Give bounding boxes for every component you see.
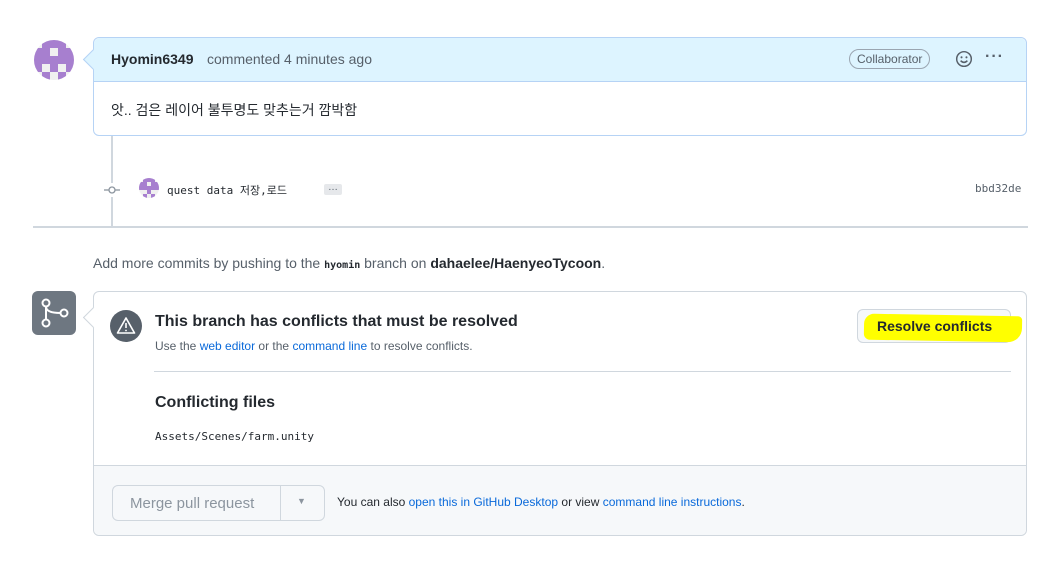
commit-sha-link[interactable]: bbd32de: [975, 182, 1021, 195]
add-more-prefix: Add more commits by pushing to the: [93, 255, 321, 271]
triangle-down-icon[interactable]: ▼: [297, 496, 306, 506]
timeline-divider: [33, 226, 1028, 228]
commit-author-avatar[interactable]: [139, 178, 159, 198]
conflict-subtitle: Use the web editor or the command line t…: [155, 339, 473, 353]
comment-header: Hyomin6349 commented 4 minutes ago Colla…: [94, 38, 1026, 82]
author-avatar[interactable]: [34, 40, 74, 80]
commit-expand-button[interactable]: …: [324, 183, 342, 195]
conflict-sub-prefix: Use the: [155, 339, 197, 353]
git-merge-icon: [32, 291, 76, 335]
merge-or-view: or view: [561, 495, 600, 509]
merge-suffix: .: [741, 495, 745, 509]
merge-box-pointer: [82, 306, 105, 329]
add-more-suffix: .: [601, 255, 606, 271]
merge-also-prefix: You can also: [337, 495, 406, 509]
merge-pull-request-button[interactable]: Merge pull request ▼: [112, 485, 325, 521]
conflict-sub-suffix: to resolve conflicts.: [370, 339, 473, 353]
conflicting-files-title: Conflicting files: [155, 394, 275, 411]
add-more-middle: branch on: [364, 255, 427, 271]
merge-box: This branch has conflicts that must be r…: [82, 291, 1027, 536]
conflicting-file-path: Assets/Scenes/farm.unity: [155, 430, 314, 443]
add-reaction-icon[interactable]: [955, 50, 973, 68]
comment-author-link[interactable]: Hyomin6349: [111, 51, 193, 67]
git-commit-icon: [103, 183, 121, 197]
alert-icon: [110, 310, 142, 342]
web-editor-link[interactable]: web editor: [200, 339, 255, 353]
timeline-line: [111, 136, 113, 226]
command-line-instructions-link[interactable]: command line instructions: [603, 495, 742, 509]
conflict-sub-or: or the: [258, 339, 290, 353]
comment-body-text: 앗.. 검은 레이어 불투명도 맞추는거 깜박함: [111, 102, 358, 118]
commit-message-link[interactable]: quest data 저장,로드: [167, 182, 287, 198]
merge-button-separator: [280, 486, 281, 520]
comment-box: Hyomin6349 commented 4 minutes ago Colla…: [82, 37, 1027, 136]
resolve-conflicts-button[interactable]: Resolve conflicts: [857, 309, 1023, 343]
merge-footer: Merge pull request ▼ You can also open t…: [94, 465, 1026, 535]
conflict-title: This branch has conflicts that must be r…: [155, 313, 518, 330]
github-desktop-link[interactable]: open this in GitHub Desktop: [409, 495, 558, 509]
command-line-link[interactable]: command line: [292, 339, 367, 353]
kebab-menu-icon[interactable]: ···: [985, 48, 1004, 66]
resolve-conflicts-label: Resolve conflicts: [877, 318, 993, 334]
comment-timestamp[interactable]: commented 4 minutes ago: [207, 51, 372, 67]
repo-name: dahaelee/HaenyeoTycoon: [430, 255, 602, 271]
merge-box-divider: [154, 371, 1011, 372]
add-more-commits-text: Add more commits by pushing to the hyomi…: [93, 255, 605, 271]
merge-button-label: Merge pull request: [130, 495, 255, 512]
collaborator-badge: Collaborator: [849, 49, 931, 69]
merge-alternatives-text: You can also open this in GitHub Desktop…: [337, 495, 745, 509]
branch-name: hyomin: [324, 260, 361, 271]
